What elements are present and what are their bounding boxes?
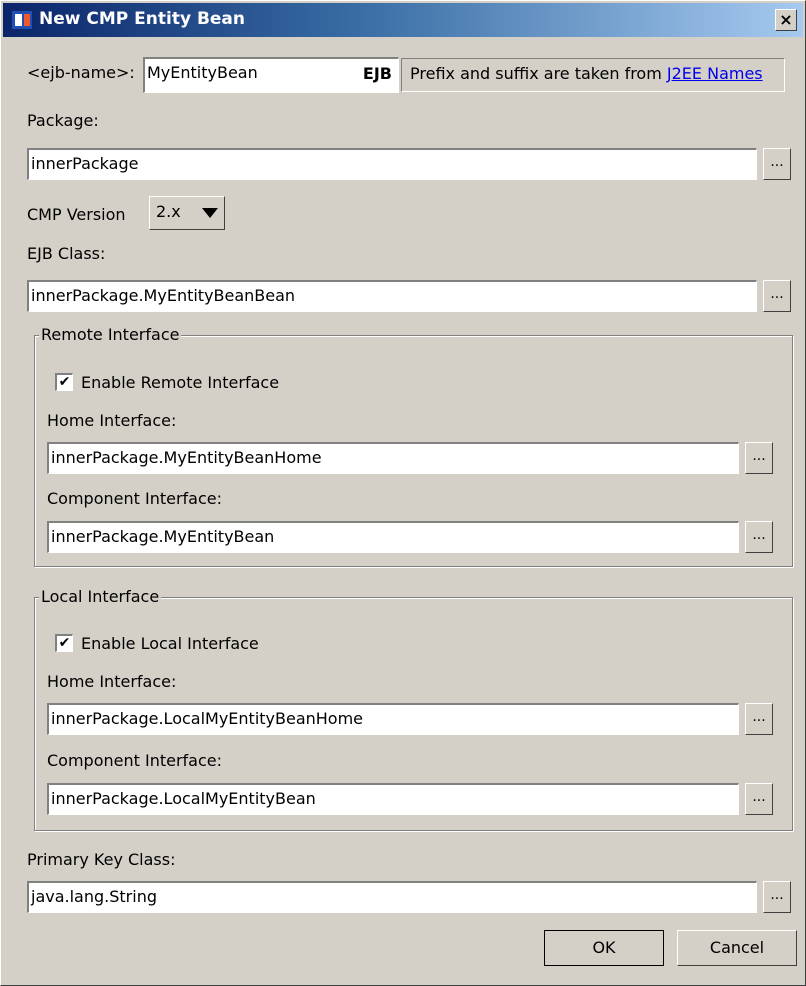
local-home-browse-button[interactable]: ...	[745, 703, 773, 735]
ejb-class-value: innerPackage.MyEntityBeanBean	[31, 286, 296, 305]
local-home-label: Home Interface:	[47, 672, 177, 691]
local-interface-legend: Local Interface	[39, 587, 162, 606]
cmp-version-select[interactable]: 2.x	[149, 196, 225, 230]
package-value: innerPackage	[31, 154, 139, 173]
enable-remote-label[interactable]: Enable Remote Interface	[81, 373, 279, 392]
ejb-class-label: EJB Class:	[27, 244, 106, 263]
remote-home-value: innerPackage.MyEntityBeanHome	[51, 448, 322, 467]
primary-key-label: Primary Key Class:	[27, 850, 176, 869]
close-button[interactable]: ×	[775, 9, 797, 31]
ok-button[interactable]: OK	[544, 930, 664, 966]
ejb-name-value: MyEntityBean	[147, 63, 258, 82]
package-label: Package:	[27, 111, 99, 130]
remote-home-browse-button[interactable]: ...	[745, 442, 773, 474]
new-cmp-entity-bean-dialog: New CMP Entity Bean × <ejb-name>: MyEnti…	[0, 0, 806, 986]
remote-component-input[interactable]: innerPackage.MyEntityBean	[47, 521, 739, 553]
cmp-version-label: CMP Version	[27, 205, 126, 224]
remote-home-input[interactable]: innerPackage.MyEntityBeanHome	[47, 442, 739, 474]
primary-key-input[interactable]: java.lang.String	[27, 881, 757, 913]
j2ee-names-link[interactable]: J2EE Names	[667, 64, 763, 83]
enable-local-checkbox[interactable]: ✔	[55, 634, 73, 652]
names-info-box: Prefix and suffix are taken from J2EE Na…	[401, 58, 785, 92]
local-component-input[interactable]: innerPackage.LocalMyEntityBean	[47, 783, 739, 815]
window-title: New CMP Entity Bean	[39, 9, 246, 29]
local-component-browse-button[interactable]: ...	[745, 783, 773, 815]
primary-key-browse-button[interactable]: ...	[763, 881, 791, 913]
package-browse-button[interactable]: ...	[763, 148, 791, 180]
local-home-input[interactable]: innerPackage.LocalMyEntityBeanHome	[47, 703, 739, 735]
ejb-suffix-badge: EJB	[362, 64, 392, 83]
local-component-value: innerPackage.LocalMyEntityBean	[51, 789, 316, 808]
ejb-class-browse-button[interactable]: ...	[763, 280, 791, 312]
remote-component-label: Component Interface:	[47, 489, 222, 508]
ejb-class-input[interactable]: innerPackage.MyEntityBeanBean	[27, 280, 757, 312]
remote-home-label: Home Interface:	[47, 411, 177, 430]
remote-component-value: innerPackage.MyEntityBean	[51, 527, 275, 546]
local-home-value: innerPackage.LocalMyEntityBeanHome	[51, 709, 364, 728]
cmp-version-value: 2.x	[156, 202, 181, 221]
local-component-label: Component Interface:	[47, 751, 222, 770]
package-input[interactable]: innerPackage	[27, 148, 757, 180]
app-icon	[11, 10, 33, 30]
ejb-name-input[interactable]: MyEntityBean EJB	[143, 57, 399, 93]
remote-component-browse-button[interactable]: ...	[745, 521, 773, 553]
enable-remote-checkbox[interactable]: ✔	[55, 373, 73, 391]
primary-key-value: java.lang.String	[31, 887, 157, 906]
title-bar[interactable]: New CMP Entity Bean ×	[3, 3, 803, 37]
ejb-name-label: <ejb-name>:	[27, 63, 135, 82]
cancel-button[interactable]: Cancel	[677, 930, 797, 966]
enable-local-label[interactable]: Enable Local Interface	[81, 634, 259, 653]
chevron-down-icon	[202, 208, 218, 218]
names-info-text: Prefix and suffix are taken from	[410, 64, 667, 83]
remote-interface-legend: Remote Interface	[39, 325, 182, 344]
